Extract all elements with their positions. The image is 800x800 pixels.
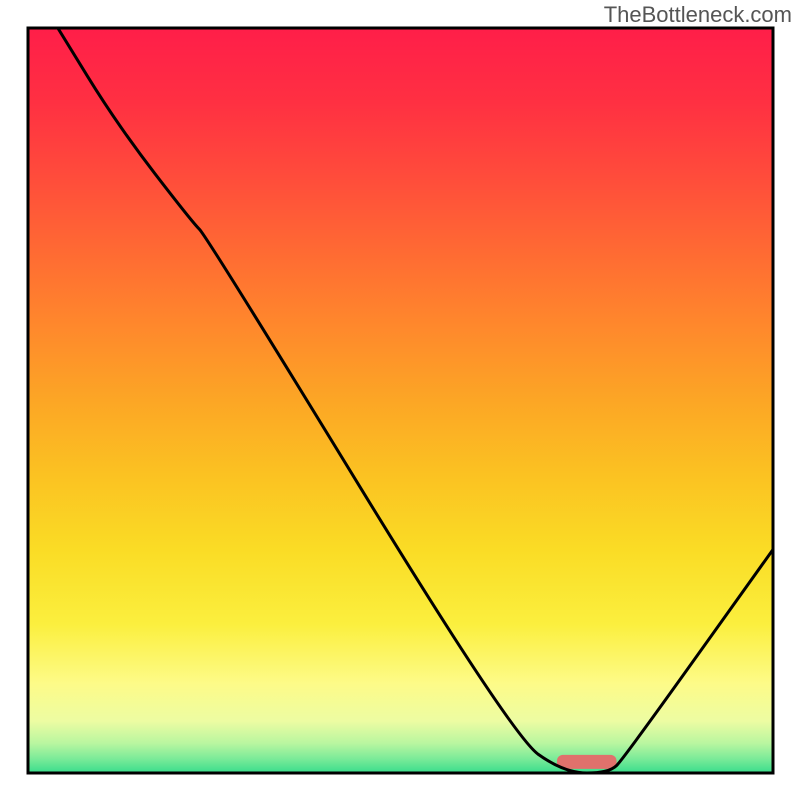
bottleneck-chart — [0, 0, 800, 800]
optimal-marker — [557, 755, 617, 769]
gradient-background — [28, 28, 773, 773]
chart-container: TheBottleneck.com — [0, 0, 800, 800]
watermark-text: TheBottleneck.com — [604, 2, 792, 28]
